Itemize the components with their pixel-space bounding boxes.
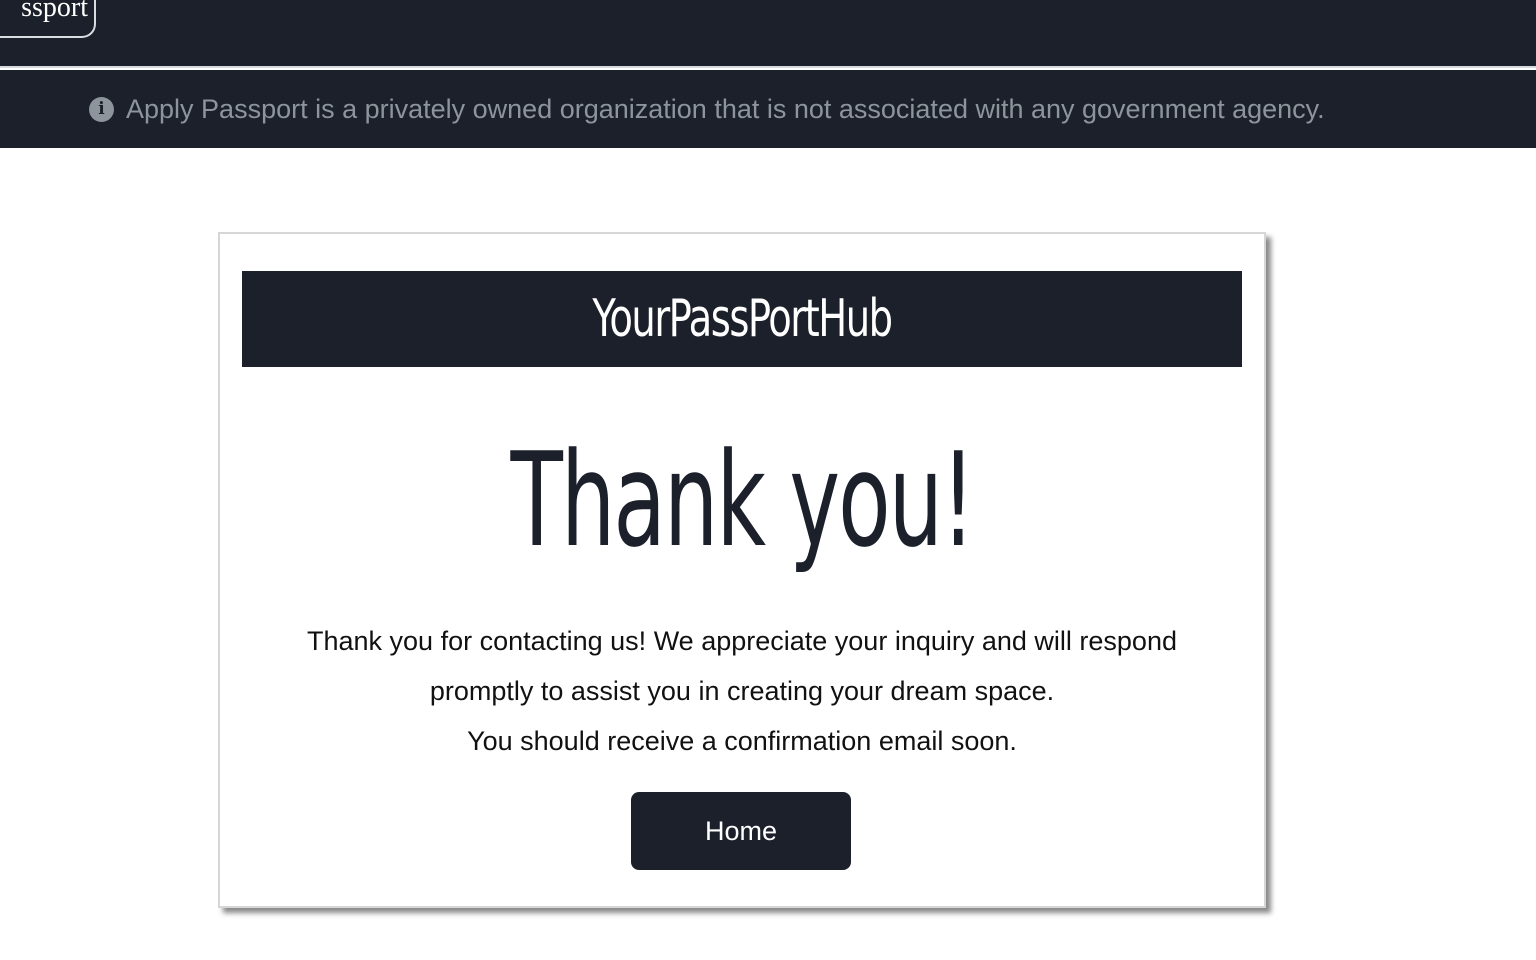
disclaimer-text: Apply Passport is a privately owned orga… <box>126 93 1325 124</box>
thank-you-heading: Thank you! <box>510 424 976 576</box>
thank-you-message: Thank you for contacting us! We apprecia… <box>260 616 1224 766</box>
site-logo-text: ssport <box>21 0 88 23</box>
disclaimer-banner: i Apply Passport is a privately owned or… <box>0 70 1536 148</box>
brand-name: YourPassPortHub <box>592 289 893 349</box>
info-icon: i <box>89 96 114 122</box>
message-line: Thank you for contacting us! We apprecia… <box>307 626 1177 656</box>
message-line: promptly to assist you in creating your … <box>429 676 1055 706</box>
site-logo[interactable]: ssport <box>0 0 96 38</box>
brand-banner: YourPassPortHub <box>242 271 1242 367</box>
thank-you-card: YourPassPortHub Thank you! Thank you for… <box>218 232 1266 908</box>
message-line: You should receive a confirmation email … <box>467 726 1017 756</box>
site-header: ssport <box>0 0 1536 68</box>
home-button[interactable]: Home <box>631 792 851 870</box>
